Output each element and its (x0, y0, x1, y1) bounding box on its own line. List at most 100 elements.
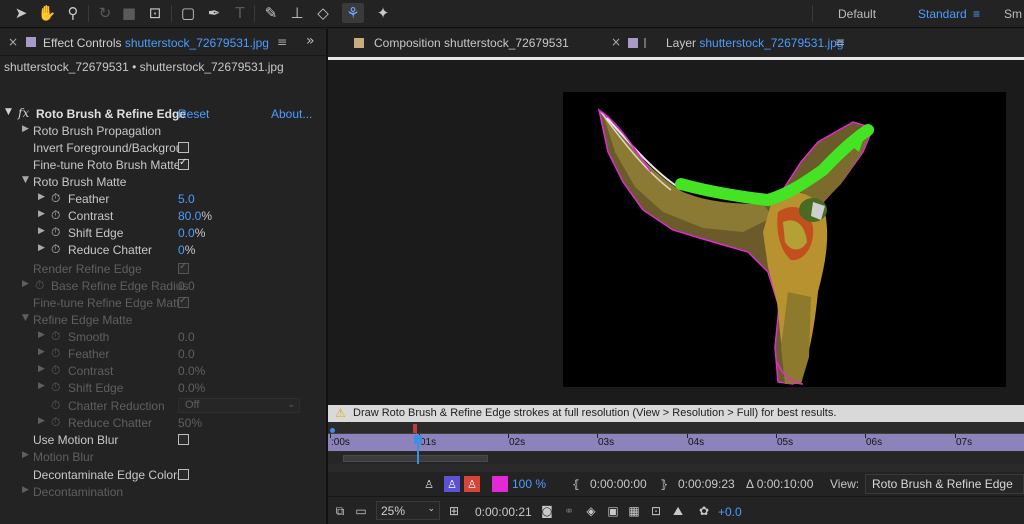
expand-triangle-icon[interactable]: ▶ (38, 192, 45, 202)
smooth-value[interactable]: 0.0 (178, 330, 195, 344)
expand-triangle-icon[interactable]: ▶ (38, 364, 45, 374)
workspace-default[interactable]: Default (838, 7, 876, 21)
viewer-area[interactable] (328, 60, 1024, 405)
collapse-triangle-icon[interactable]: ▼ (22, 313, 29, 323)
expand-triangle-icon[interactable]: ▶ (38, 330, 45, 340)
show-alpha-icon[interactable]: ♙ (444, 476, 460, 492)
stopwatch-icon[interactable]: ⏱ (51, 380, 60, 395)
stopwatch-icon[interactable]: ⏱ (51, 208, 60, 223)
work-area-bar[interactable] (328, 422, 1024, 434)
contrast-value[interactable]: 80.0% (178, 209, 212, 223)
roto-brush-tool-icon[interactable]: ⚘ (342, 3, 364, 23)
decontaminate-checkbox[interactable] (178, 469, 189, 480)
tab-layer[interactable]: Layer shutterstock_72679531.jpg (666, 36, 843, 50)
always-preview-icon[interactable]: ⧉ (332, 503, 348, 519)
reduce-chatter-value[interactable]: 0% (178, 243, 195, 257)
expand-triangle-icon[interactable]: ▶ (38, 416, 45, 426)
snapshot-icon[interactable]: ◙ (539, 503, 555, 519)
reset-link[interactable]: Reset (178, 107, 209, 121)
layer-timeline[interactable]: :00s 01s 02s 03s 04s 05s 06s 07s (328, 422, 1024, 472)
render-refine-checkbox[interactable] (178, 261, 189, 274)
set-in-point-icon[interactable]: ⦃ (568, 476, 584, 492)
channel-color-icon[interactable]: ◈ (583, 503, 599, 519)
workspace-menu-icon[interactable]: ≡ (973, 7, 980, 21)
rotate-tool-icon[interactable]: ↻ (94, 3, 116, 23)
roto-matte-group[interactable]: ▼ Roto Brush Matte (0, 174, 326, 191)
grid-guides-icon[interactable]: ⊡ (648, 503, 664, 519)
expand-triangle-icon[interactable]: ▶ (22, 485, 29, 495)
time-ruler[interactable]: :00s 01s 02s 03s 04s 05s 06s 07s (328, 434, 1024, 451)
use-motion-blur-checkbox[interactable] (178, 434, 189, 445)
region-of-interest-icon[interactable]: ▣ (605, 503, 621, 519)
expand-triangle-icon[interactable]: ▶ (22, 279, 29, 289)
type-tool-icon[interactable]: T (229, 3, 251, 23)
finetune-roto-checkbox[interactable] (178, 157, 189, 170)
pan-behind-tool-icon[interactable]: ⊡ (144, 3, 166, 23)
collapse-triangle-icon[interactable]: ▼ (5, 107, 12, 117)
stopwatch-icon[interactable]: ⏱ (51, 191, 60, 206)
invert-checkbox[interactable] (178, 142, 189, 153)
brush-tool-icon[interactable]: ✎ (260, 3, 282, 23)
exposure-value[interactable]: +0.0 (718, 505, 742, 519)
clone-stamp-tool-icon[interactable]: ⊥ (286, 3, 308, 23)
roto-person-icon[interactable]: ♙ (421, 476, 437, 492)
stopwatch-icon[interactable]: ⏱ (51, 398, 60, 413)
hand-tool-icon[interactable]: ✋ (36, 3, 58, 23)
shift-edge-value[interactable]: 0.0% (178, 226, 205, 240)
panel-menu-icon[interactable]: ≡ (277, 35, 287, 49)
panel-menu-icon[interactable]: ≡ (835, 35, 845, 49)
tab-composition[interactable]: Composition shutterstock_72679531 (374, 36, 569, 50)
set-out-point-icon[interactable]: ⦄ (656, 476, 672, 492)
rectangle-tool-icon[interactable]: ▢ (177, 3, 199, 23)
stopwatch-icon[interactable]: ⏱ (51, 346, 60, 361)
expand-triangle-icon[interactable]: ▶ (38, 347, 45, 357)
expand-triangle-icon[interactable]: ▶ (38, 226, 45, 236)
parrot-image[interactable] (563, 92, 1006, 387)
expand-triangle-icon[interactable]: ▶ (22, 450, 29, 460)
contrast2-value[interactable]: 0.0% (178, 364, 205, 378)
effect-header[interactable]: ▼ fx Roto Brush & Refine Edge Reset Abou… (0, 106, 326, 123)
stopwatch-icon[interactable]: ⏱ (51, 225, 60, 240)
shift-edge2-value[interactable]: 0.0% (178, 381, 205, 395)
puppet-tool-icon[interactable]: ✦ (372, 3, 394, 23)
collapse-triangle-icon[interactable]: ▼ (22, 175, 29, 185)
feather2-value[interactable]: 0.0 (178, 347, 195, 361)
mask-visibility-icon[interactable]: ⛰ (670, 503, 686, 519)
selection-tool-icon[interactable]: ➤ (10, 3, 32, 23)
decontamination-row[interactable]: ▶ Decontamination (0, 484, 326, 501)
current-time[interactable]: 0:00:00:21 (475, 505, 532, 519)
workspace-standard[interactable]: Standard (918, 7, 967, 21)
stopwatch-icon[interactable]: ⏱ (35, 278, 44, 293)
close-icon[interactable]: × (8, 35, 18, 49)
pen-tool-icon[interactable]: ✒ (203, 3, 225, 23)
camera-tool-icon[interactable]: ■ (118, 3, 140, 23)
refine-matte-group[interactable]: ▼ Refine Edge Matte (0, 312, 326, 329)
stopwatch-icon[interactable]: ⏱ (51, 329, 60, 344)
fit-frame-icon[interactable]: ⊞ (446, 503, 462, 519)
reset-exposure-icon[interactable]: ✿ (696, 503, 712, 519)
monitor-icon[interactable]: ▭ (353, 503, 369, 519)
motion-blur-row[interactable]: ▶ Motion Blur (0, 449, 326, 466)
about-link[interactable]: About... (271, 107, 312, 121)
panel-overflow-icon[interactable]: » (306, 33, 315, 49)
transparency-grid-icon[interactable]: ▦ (626, 503, 642, 519)
feather-value[interactable]: 5.0 (178, 192, 195, 206)
expand-triangle-icon[interactable]: ▶ (38, 381, 45, 391)
stopwatch-icon[interactable]: ⏱ (51, 242, 60, 257)
reduce-chatter2-value[interactable]: 50% (178, 416, 202, 430)
view-select[interactable]: Roto Brush & Refine Edge (865, 474, 1024, 494)
playhead[interactable] (414, 435, 422, 444)
layer-canvas[interactable] (563, 92, 1006, 387)
zoom-tool-icon[interactable]: ⚲ (62, 3, 84, 23)
finetune-refine-checkbox[interactable] (178, 295, 189, 308)
overlay-opacity[interactable]: 100 % (512, 477, 546, 491)
eraser-tool-icon[interactable]: ◇ (312, 3, 334, 23)
overlay-color-swatch[interactable] (492, 476, 508, 492)
propagation-row[interactable]: ▶ Roto Brush Propagation (0, 123, 326, 140)
chatter-reduction-select[interactable]: Off ⌄ (178, 398, 300, 413)
expand-triangle-icon[interactable]: ▶ (38, 243, 45, 253)
fx-icon[interactable]: fx (18, 106, 29, 120)
show-overlay-icon[interactable]: ♙ (464, 476, 480, 492)
close-icon[interactable]: × (611, 35, 621, 49)
base-radius-value[interactable]: 0.0 (178, 279, 195, 293)
